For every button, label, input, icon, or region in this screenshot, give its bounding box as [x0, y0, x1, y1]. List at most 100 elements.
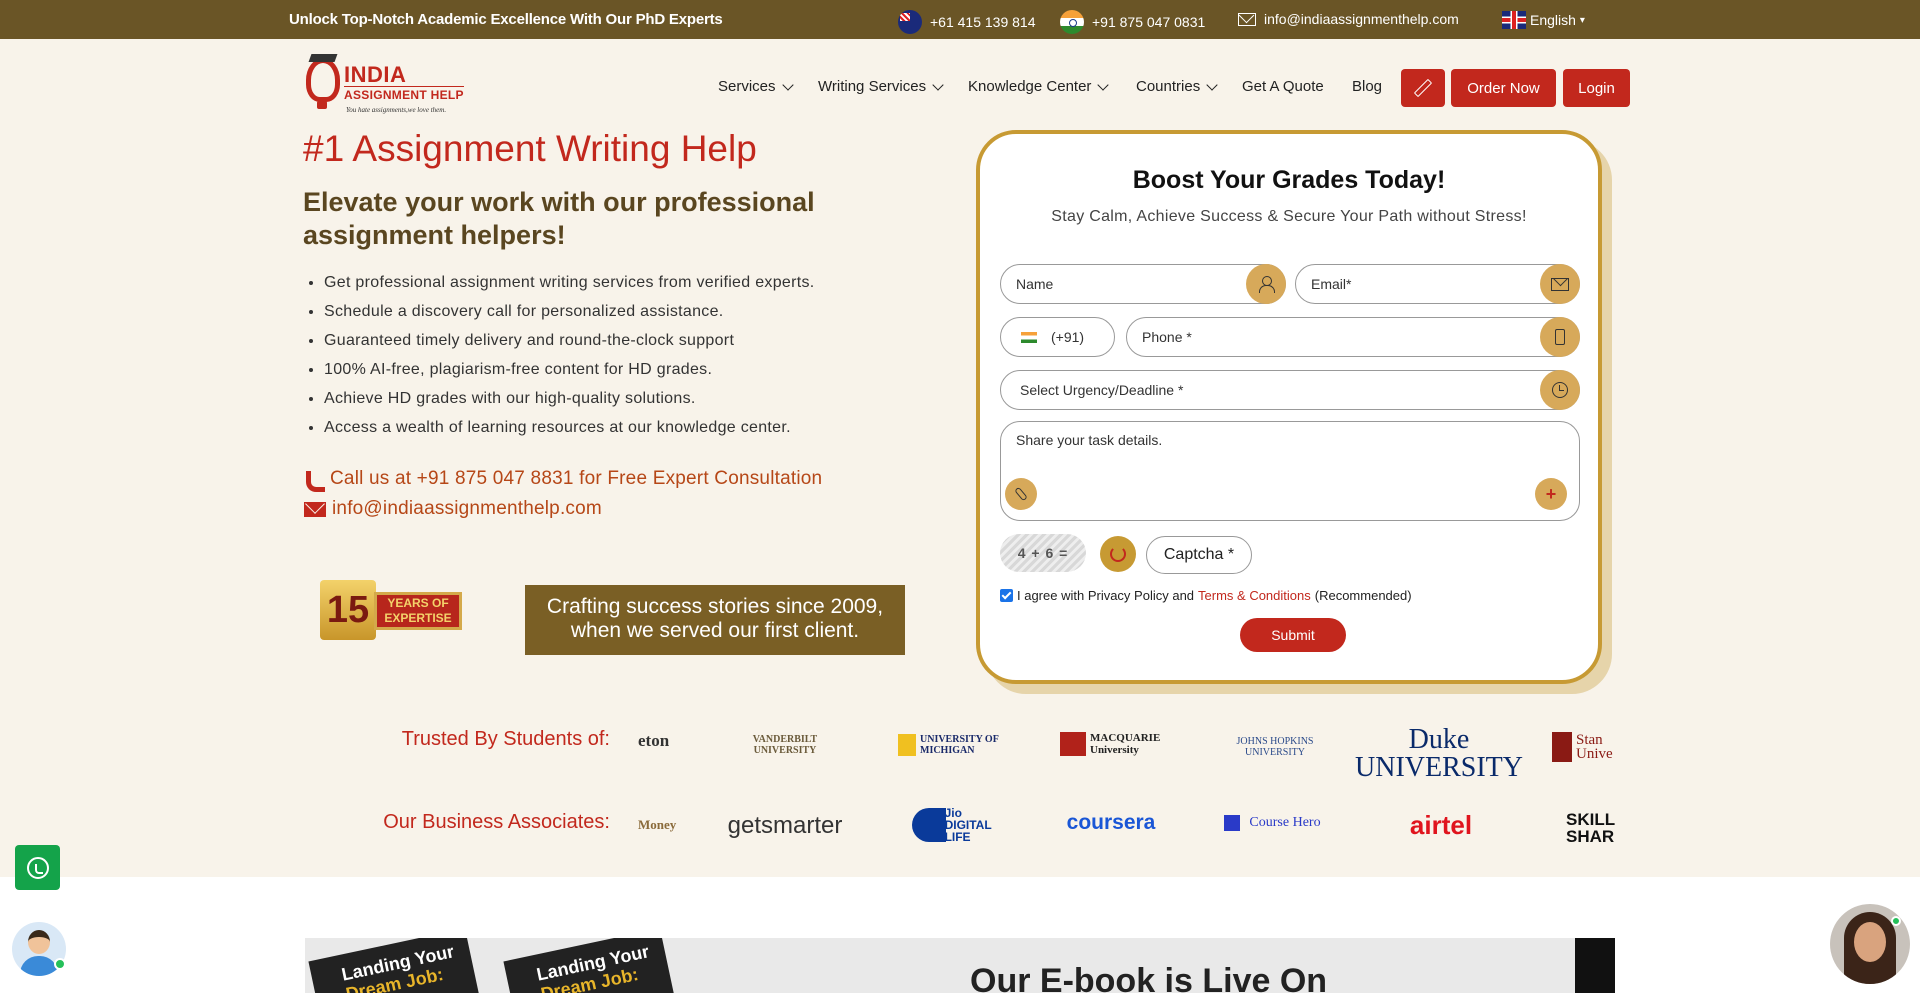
language-selector[interactable]: English ▾: [1502, 11, 1585, 29]
task-details-textarea[interactable]: Share your task details. +: [1000, 421, 1580, 521]
pencil-icon: [1413, 78, 1433, 98]
hero-email-link[interactable]: info@indiaassignmenthelp.com: [304, 498, 602, 520]
nav-services[interactable]: Services: [718, 78, 794, 95]
phone-au-link[interactable]: +61 415 139 814: [898, 10, 1036, 34]
email-link[interactable]: info@indiaassignmenthelp.com: [1238, 11, 1459, 27]
site-logo[interactable]: INDIA ASSIGNMENT HELP You hate assignmen…: [306, 54, 468, 118]
top-tagline: Unlock Top-Notch Academic Excellence Wit…: [289, 11, 723, 28]
nav-blog-label: Blog: [1352, 78, 1383, 95]
logo-jio: Jio DIGITAL LIFE: [912, 807, 992, 843]
user-icon: [1246, 264, 1286, 304]
logo-johns-hopkins: JOHNS HOPKINS UNIVERSITY: [1236, 736, 1314, 758]
phone-placeholder: Phone *: [1142, 329, 1192, 345]
submit-button[interactable]: Submit: [1240, 618, 1346, 652]
chevron-down-icon: [1206, 78, 1218, 91]
clock-icon: [1540, 370, 1580, 410]
nav-knowledge-center-label: Knowledge Center: [968, 78, 1092, 95]
feature-item: Get professional assignment writing serv…: [324, 274, 815, 303]
lead-form-card: Boost Your Grades Today! Stay Calm, Achi…: [976, 130, 1602, 684]
badge-text-line2: EXPERTISE: [384, 611, 452, 625]
nav-knowledge-center[interactable]: Knowledge Center: [968, 78, 1110, 95]
logo-michigan: UNIVERSITY OF MICHIGAN: [898, 734, 1000, 756]
logo-tagline: You hate assignments,we love them.: [346, 106, 447, 114]
badge-text: YEARS OF EXPERTISE: [374, 592, 462, 630]
logo-airtel: airtel: [1409, 810, 1473, 840]
ebook-heading: Our E-book is Live On: [970, 962, 1328, 993]
terms-link[interactable]: Terms & Conditions: [1198, 588, 1311, 603]
hero-title: #1 Assignment Writing Help: [303, 128, 757, 169]
badge-text-line1: YEARS OF: [387, 596, 449, 610]
urgency-placeholder: Select Urgency/Deadline *: [1020, 382, 1184, 398]
name-input[interactable]: Name: [1000, 264, 1286, 304]
nav-get-a-quote[interactable]: Get A Quote: [1242, 78, 1324, 95]
logo-course-hero: Course Hero: [1224, 815, 1326, 831]
form-subtitle: Stay Calm, Achieve Success & Secure Your…: [1051, 208, 1527, 225]
phone-input[interactable]: Phone *: [1126, 317, 1580, 357]
chevron-down-icon: [781, 78, 794, 91]
recommended-text: (Recommended): [1314, 588, 1412, 603]
trusted-label: Trusted By Students of:: [401, 728, 610, 750]
feature-item: Access a wealth of learning resources at…: [324, 419, 815, 448]
captcha-input[interactable]: Captcha *: [1146, 536, 1252, 574]
add-icon[interactable]: +: [1535, 478, 1567, 510]
nav-blog[interactable]: Blog: [1352, 78, 1382, 95]
online-status-dot: [54, 958, 66, 970]
associates-label: Our Business Associates:: [383, 811, 610, 833]
feature-item: 100% AI-free, plagiarism-free content fo…: [324, 361, 815, 390]
mail-icon: [1540, 264, 1580, 304]
logo-line2: ASSIGNMENT HELP: [344, 86, 464, 102]
india-flag-icon: [1060, 10, 1084, 34]
agree-checkbox[interactable]: [1000, 589, 1013, 602]
feature-list: Get professional assignment writing serv…: [324, 274, 815, 448]
logo-getsmarter: getsmarter: [727, 812, 843, 839]
phone-in-link[interactable]: +91 875 047 0831: [1060, 10, 1205, 34]
hero-email-text: info@indiaassignmenthelp.com: [332, 498, 602, 519]
order-now-button[interactable]: Order Now: [1451, 69, 1556, 107]
uk-flag-icon: [1502, 11, 1526, 29]
whatsapp-button[interactable]: [15, 845, 60, 890]
captcha-image: 4 + 6 =: [1000, 534, 1086, 572]
envelope-icon: [304, 501, 326, 517]
badge-number: 15: [320, 580, 376, 640]
logo-vanderbilt: VANDERBILT UNIVERSITY: [752, 734, 818, 756]
expertise-badge: 15 YEARS OF EXPERTISE: [320, 580, 462, 640]
nav-writing-services[interactable]: Writing Services: [818, 78, 944, 95]
chevron-down-icon: [932, 78, 944, 91]
nav-get-a-quote-label: Get A Quote: [1242, 78, 1324, 95]
ebook-cover: Landing Your Dream Job:: [308, 938, 482, 993]
urgency-select[interactable]: Select Urgency/Deadline *: [1000, 370, 1580, 410]
logo-macquarie: MACQUARIE University: [1060, 732, 1162, 756]
attach-icon[interactable]: [1005, 478, 1037, 510]
agree-row: I agree with Privacy Policy and Terms & …: [1000, 588, 1412, 603]
login-button[interactable]: Login: [1563, 69, 1630, 107]
nav-services-label: Services: [718, 78, 776, 95]
australia-flag-icon: [898, 10, 922, 34]
phone-in-text: +91 875 047 0831: [1092, 14, 1206, 30]
feature-item: Guaranteed timely delivery and round-the…: [324, 332, 815, 361]
refresh-captcha-button[interactable]: [1100, 536, 1136, 572]
ebook-banner[interactable]: Landing Your Dream Job: Landing Your Dre…: [305, 938, 1615, 993]
email-placeholder: Email*: [1311, 276, 1352, 292]
mail-icon: [1238, 12, 1256, 26]
email-input[interactable]: Email*: [1295, 264, 1580, 304]
chevron-down-icon: [1097, 78, 1110, 91]
logo-stanford: Stan Unive: [1552, 732, 1616, 762]
since-banner: Crafting success stories since 2009, whe…: [525, 585, 905, 655]
refresh-icon: [1110, 546, 1126, 562]
logo-duke: Duke UNIVERSITY: [1355, 724, 1524, 783]
phone-icon: [304, 469, 325, 492]
language-label: English: [1530, 12, 1576, 28]
logo-line1: INDIA: [344, 62, 407, 87]
call-link[interactable]: Call us at +91 875 047 8831 for Free Exp…: [304, 468, 823, 492]
write-button[interactable]: [1401, 69, 1445, 107]
bulb-icon: [306, 58, 340, 109]
call-text: Call us at +91 875 047 8831 for Free Exp…: [330, 468, 823, 489]
country-code-value: (+91): [1051, 329, 1085, 345]
agree-text: I agree with Privacy Policy and: [1017, 588, 1195, 603]
nav-countries[interactable]: Countries: [1136, 78, 1218, 95]
logo-coursera: coursera: [1066, 811, 1156, 834]
feature-item: Schedule a discovery call for personaliz…: [324, 303, 815, 332]
country-code-select[interactable]: (+91): [1000, 317, 1115, 357]
name-placeholder: Name: [1016, 276, 1054, 292]
mobile-icon: [1540, 317, 1580, 357]
